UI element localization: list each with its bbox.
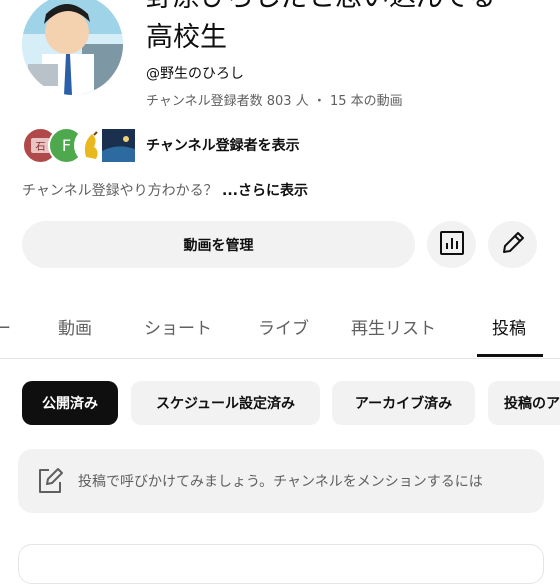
channel-avatar[interactable]	[22, 0, 123, 95]
show-more-link[interactable]: ...さらに表示	[222, 183, 308, 199]
channel-description[interactable]: チャンネル登録やり方わかる？ ...さらに表示	[22, 180, 308, 200]
channel-stats: チャンネル登録者数 803 人 ・ 15 本の動画	[146, 94, 403, 109]
view-subscribers-link[interactable]: チャンネル登録者を表示	[146, 135, 300, 155]
edit-channel-button[interactable]	[488, 221, 537, 268]
tab-playlists[interactable]: 再生リスト	[351, 314, 436, 339]
manage-videos-button[interactable]: 動画を管理	[22, 221, 415, 268]
post-card	[18, 544, 544, 584]
tab-live[interactable]: ライブ	[258, 314, 309, 339]
channel-tabs: ー 動画 ショート ライブ 再生リスト 投稿	[0, 296, 560, 359]
compose-post-input[interactable]: 投稿で呼びかけてみましょう。チャンネルをメンションするには	[18, 449, 544, 513]
channel-title: 野原ひろしだと思い込んでる 高校生	[146, 0, 556, 58]
svg-text:石: 石	[36, 142, 46, 153]
channel-title-line1: 野原ひろしだと思い込んでる	[146, 0, 556, 18]
channel-handle: @野生のひろし	[146, 66, 244, 82]
analytics-button[interactable]	[427, 221, 476, 268]
tab-partial-edge[interactable]: ー	[0, 314, 11, 339]
channel-title-line2: 高校生	[146, 22, 227, 53]
description-text: チャンネル登録やり方わかる？	[22, 183, 223, 199]
compose-placeholder: 投稿で呼びかけてみましょう。チャンネルをメンションするには	[78, 474, 483, 490]
tab-videos[interactable]: 動画	[58, 314, 92, 339]
chip-archived[interactable]: アーカイブ済み	[332, 381, 475, 425]
compose-icon	[36, 467, 64, 499]
manage-videos-label: 動画を管理	[183, 237, 254, 254]
subscriber-avatar	[100, 127, 137, 164]
chip-published[interactable]: 公開済み	[22, 381, 118, 425]
tab-shorts[interactable]: ショート	[144, 314, 212, 339]
analytics-icon	[439, 230, 465, 260]
chip-post-partial[interactable]: 投稿のア	[488, 381, 560, 425]
pencil-icon	[500, 230, 526, 260]
subscriber-avatars[interactable]: 石 F	[22, 127, 137, 164]
active-tab-indicator	[477, 354, 543, 357]
chip-scheduled[interactable]: スケジュール設定済み	[131, 381, 320, 425]
tab-posts[interactable]: 投稿	[492, 314, 526, 339]
